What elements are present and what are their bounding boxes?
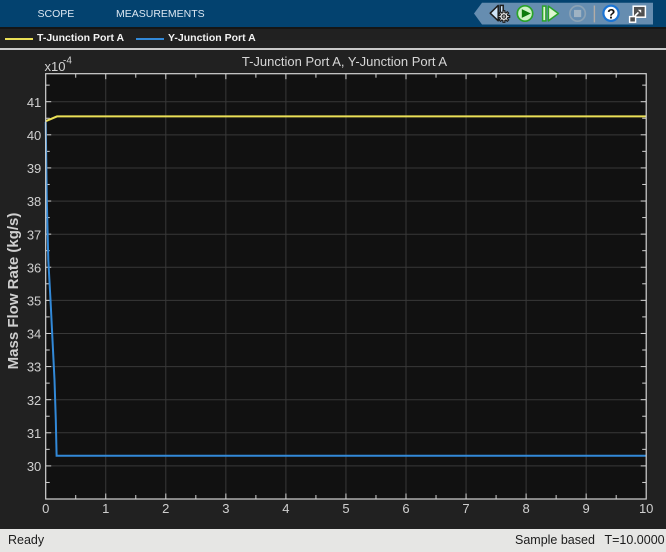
svg-text:30: 30 <box>27 459 41 474</box>
svg-text:10: 10 <box>639 501 653 516</box>
svg-text:8: 8 <box>522 501 529 516</box>
svg-text:Mass Flow Rate (kg/s): Mass Flow Rate (kg/s) <box>5 213 22 370</box>
svg-text:6: 6 <box>402 501 409 516</box>
svg-text:31: 31 <box>27 426 41 441</box>
svg-text:38: 38 <box>27 194 41 209</box>
svg-text:3: 3 <box>222 501 229 516</box>
svg-text:35: 35 <box>27 294 41 309</box>
svg-text:2: 2 <box>162 501 169 516</box>
svg-text:9: 9 <box>583 501 590 516</box>
svg-text:5: 5 <box>342 501 349 516</box>
svg-text:-4: -4 <box>63 56 72 67</box>
svg-text:39: 39 <box>27 161 41 176</box>
svg-text:34: 34 <box>27 327 41 342</box>
svg-text:33: 33 <box>27 360 41 375</box>
svg-text:40: 40 <box>27 128 41 143</box>
svg-text:1: 1 <box>102 501 109 516</box>
svg-text:36: 36 <box>27 260 41 275</box>
svg-text:7: 7 <box>462 501 469 516</box>
svg-text:0: 0 <box>42 501 49 516</box>
svg-text:32: 32 <box>27 393 41 408</box>
svg-text:4: 4 <box>282 501 289 516</box>
svg-text:?: ? <box>607 6 615 21</box>
svg-text:37: 37 <box>27 227 41 242</box>
svg-text:T-Junction Port A, Y-Junction: T-Junction Port A, Y-Junction Port A <box>242 54 448 69</box>
svg-text:41: 41 <box>27 95 41 110</box>
